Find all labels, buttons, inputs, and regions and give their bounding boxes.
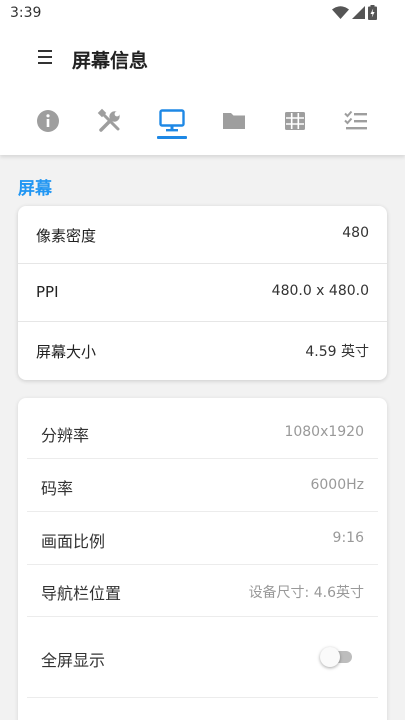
tab-info[interactable] xyxy=(24,100,72,144)
fullscreen-toggle[interactable] xyxy=(320,647,352,667)
row-label: 画面比例 xyxy=(41,532,106,551)
toggle-thumb xyxy=(320,647,340,667)
resolution-row: 分辨率 1080x1920 xyxy=(18,407,387,459)
tools-icon xyxy=(97,108,120,132)
status-icons xyxy=(332,5,377,20)
tab-checklist[interactable] xyxy=(332,100,380,144)
row-label: 导航栏位置 xyxy=(41,584,122,603)
battery-charging-icon xyxy=(368,5,377,20)
divider xyxy=(27,458,378,459)
ppi-row: PPI 480.0 x 480.0 xyxy=(18,264,387,322)
folder-icon xyxy=(223,113,245,129)
selected-tab-indicator xyxy=(157,136,187,139)
monitor-icon xyxy=(159,109,185,132)
nav-bar-position-row: 导航栏位置 设备尺寸: 4.6英寸 xyxy=(18,565,387,617)
row-value: 1080x1920 xyxy=(284,424,364,440)
info-icon xyxy=(37,110,59,132)
tab-storage[interactable] xyxy=(210,100,258,144)
page-title: 屏幕信息 xyxy=(72,50,149,72)
pixel-density-row: 像素密度 480 xyxy=(18,206,387,264)
aspect-ratio-row: 画面比例 9:16 xyxy=(18,513,387,565)
status-time: 3:39 xyxy=(10,5,42,21)
row-value: 480.0 x 480.0 xyxy=(271,283,369,299)
screen-size-row: 屏幕大小 4.59 英寸 xyxy=(18,322,387,380)
cell-signal-icon xyxy=(352,6,365,19)
section-title: 屏幕 xyxy=(18,179,52,199)
hamburger-menu-icon[interactable] xyxy=(30,50,60,70)
row-label: 屏幕大小 xyxy=(36,343,97,361)
tab-grid[interactable] xyxy=(271,100,319,144)
row-label: 全屏显示 xyxy=(41,651,106,670)
wifi-icon xyxy=(332,6,349,19)
fullscreen-row[interactable]: 全屏显示 xyxy=(18,627,387,689)
row-value: 6000Hz xyxy=(310,477,364,493)
row-value: 设备尺寸: 4.6英寸 xyxy=(248,585,364,601)
divider xyxy=(27,511,378,512)
app-header: 屏幕信息 xyxy=(0,36,405,82)
category-tabs xyxy=(0,100,405,144)
row-label: PPI xyxy=(36,283,59,301)
divider xyxy=(27,616,378,617)
row-label: 分辨率 xyxy=(41,426,90,445)
top-app-bar: 3:39 屏幕信息 xyxy=(0,0,405,155)
row-label: 像素密度 xyxy=(36,227,97,245)
tab-tools[interactable] xyxy=(86,100,134,144)
status-bar: 3:39 xyxy=(0,0,405,28)
display-details-card: 分辨率 1080x1920 码率 6000Hz 画面比例 9:16 导航栏位置 … xyxy=(18,398,387,720)
grid-icon xyxy=(285,112,305,130)
row-value: 4.59 英寸 xyxy=(305,344,369,360)
row-label: 码率 xyxy=(41,479,74,498)
checklist-icon xyxy=(344,110,367,130)
row-value: 480 xyxy=(342,225,369,241)
row-value: 9:16 xyxy=(332,530,364,546)
tab-display[interactable] xyxy=(148,100,196,144)
display-summary-card: 像素密度 480 PPI 480.0 x 480.0 屏幕大小 4.59 英寸 xyxy=(18,206,387,380)
refresh-rate-row: 码率 6000Hz xyxy=(18,460,387,512)
divider xyxy=(27,697,378,698)
